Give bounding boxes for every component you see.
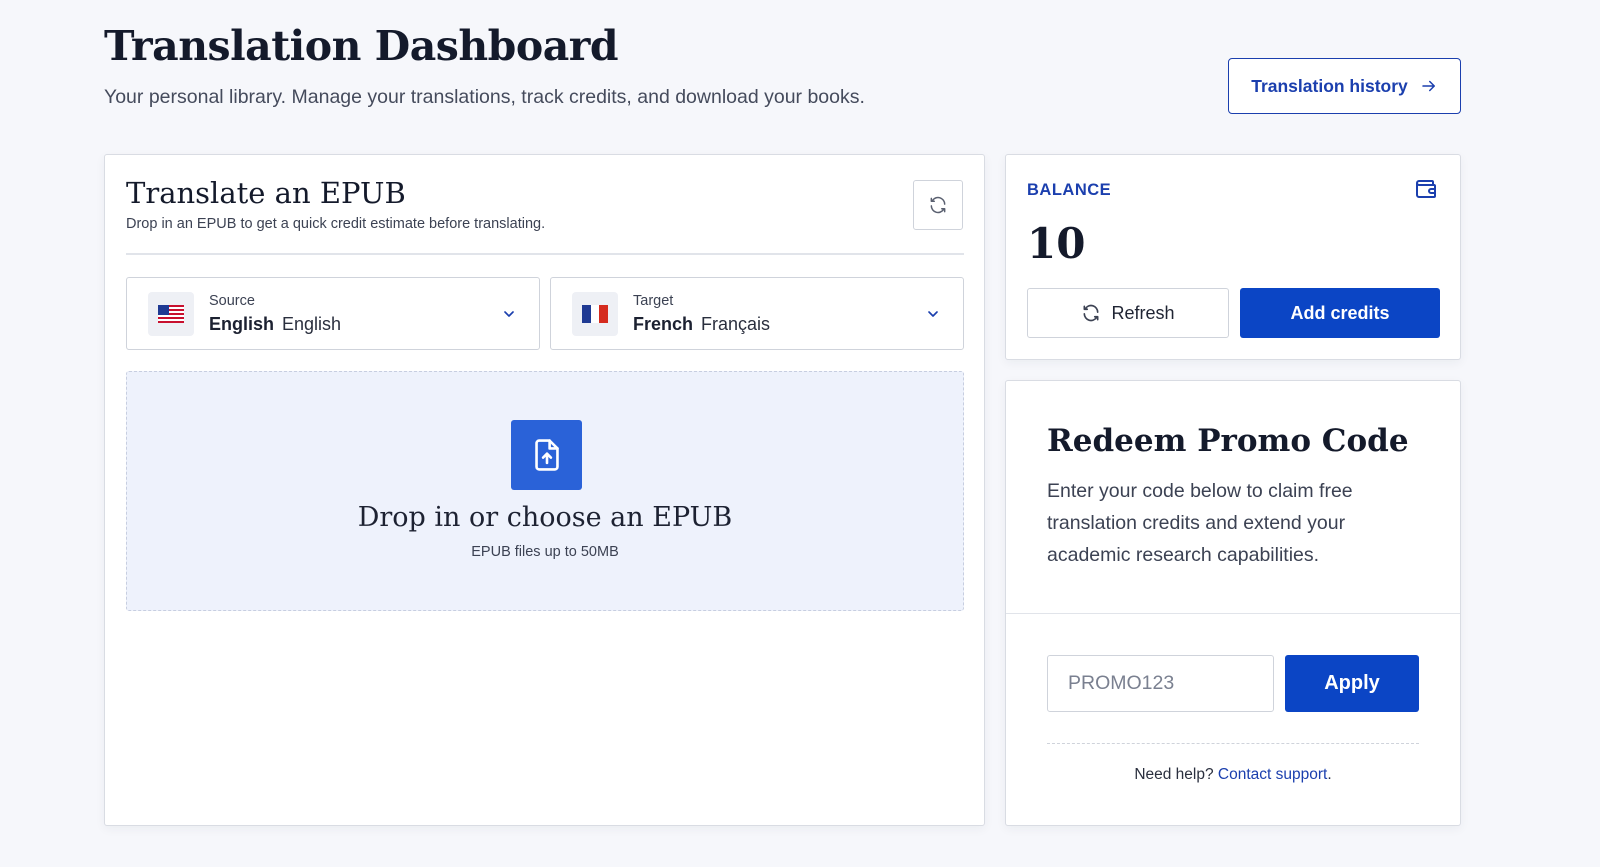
page-title: Translation Dashboard xyxy=(104,22,619,70)
promo-description: Enter your code below to claim free tran… xyxy=(1047,480,1353,566)
card-divider xyxy=(126,253,964,255)
target-native-name: Français xyxy=(701,314,771,334)
help-line: Need help? Contact support. xyxy=(1006,766,1460,784)
balance-value: 10 xyxy=(1027,219,1086,268)
refresh-icon xyxy=(930,196,946,214)
us-flag-icon xyxy=(148,292,194,336)
translation-history-label: Translation history xyxy=(1251,75,1408,96)
refresh-icon xyxy=(1083,304,1099,322)
promo-dashed-divider xyxy=(1047,743,1419,744)
promo-code-input[interactable] xyxy=(1047,655,1274,712)
refresh-label: Refresh xyxy=(1111,302,1175,323)
dropzone-subtitle: EPUB files up to 50MB xyxy=(471,544,619,560)
reset-button[interactable] xyxy=(913,180,963,230)
target-label: Target xyxy=(633,293,674,309)
chevron-down-icon xyxy=(928,311,938,317)
file-upload-icon xyxy=(511,420,582,490)
source-language-select[interactable]: Source English English xyxy=(126,277,540,350)
arrow-right-icon xyxy=(1422,80,1435,92)
apply-button[interactable]: Apply xyxy=(1285,655,1419,712)
translate-card-subtitle: Drop in an EPUB to get a quick credit es… xyxy=(126,216,546,232)
help-suffix: . xyxy=(1327,766,1332,783)
fr-flag-icon xyxy=(572,292,618,336)
source-label: Source xyxy=(209,293,255,309)
translation-history-button[interactable]: Translation history xyxy=(1228,58,1461,114)
source-value: English English xyxy=(209,314,341,335)
balance-label: BALANCE xyxy=(1027,181,1112,199)
target-value: French Français xyxy=(633,314,770,335)
page-subtitle: Your personal library. Manage your trans… xyxy=(104,86,865,108)
target-language-select[interactable]: Target French Français xyxy=(550,277,964,350)
target-language-name: French xyxy=(633,314,694,334)
help-prefix: Need help? xyxy=(1134,766,1214,783)
source-native-name: English xyxy=(282,314,342,334)
refresh-balance-button[interactable]: Refresh xyxy=(1027,288,1229,338)
contact-support-link[interactable]: Contact support xyxy=(1218,766,1327,783)
translate-epub-card: Translate an EPUB Drop in an EPUB to get… xyxy=(104,154,985,826)
wallet-icon xyxy=(1416,180,1436,198)
balance-card: BALANCE 10 Refresh Add credits xyxy=(1005,154,1461,360)
promo-title: Redeem Promo Code xyxy=(1047,423,1409,459)
source-language-name: English xyxy=(209,314,275,334)
promo-card: Redeem Promo Code Enter your code below … xyxy=(1005,380,1461,826)
promo-divider xyxy=(1006,613,1460,614)
epub-dropzone[interactable]: Drop in or choose an EPUB EPUB files up … xyxy=(126,371,964,611)
add-credits-button[interactable]: Add credits xyxy=(1240,288,1440,338)
chevron-down-icon xyxy=(504,311,514,317)
dropzone-title: Drop in or choose an EPUB xyxy=(357,502,733,533)
translate-card-title: Translate an EPUB xyxy=(126,176,406,210)
